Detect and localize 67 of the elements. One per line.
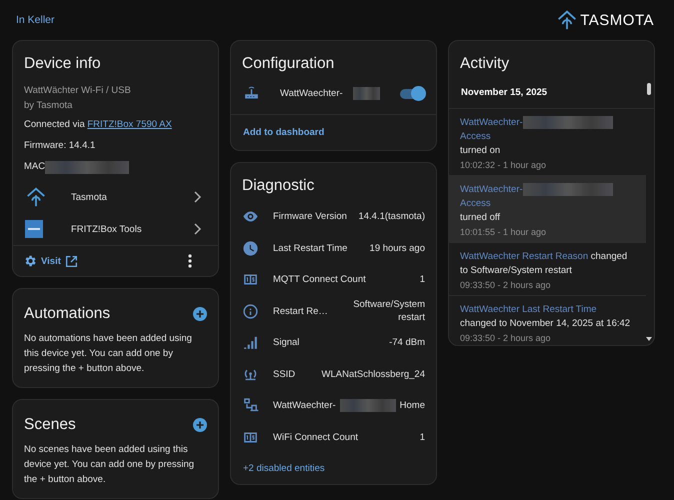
entity-link[interactable]: WattWaechter Restart Reason xyxy=(460,251,588,262)
activity-time: 09:33:50 - 2 hours ago xyxy=(460,333,552,344)
card-title: Device info xyxy=(24,55,102,73)
signal-bars-icon xyxy=(242,334,259,352)
activity-time: 10:02:32 - 1 hour ago xyxy=(460,160,548,170)
entity-value: 14.4.1(tasmota) xyxy=(357,210,425,224)
entity-link[interactable]: Access xyxy=(460,198,491,210)
activity-time: 10:01:55 - 1 hour ago xyxy=(460,227,548,238)
more-options-icon[interactable] xyxy=(188,254,192,268)
entity-link[interactable]: WattWaechter Last Restart Time xyxy=(460,304,597,316)
device-manufacturer: by Tasmota xyxy=(24,99,74,113)
entity-name[interactable]: WattWaechter- xyxy=(273,400,336,412)
entity-name[interactable]: SSID xyxy=(273,368,296,380)
brand-name: TASMOTA xyxy=(580,12,654,28)
breadcrumb-link[interactable]: In Keller xyxy=(16,14,55,26)
toggle-switch[interactable] xyxy=(400,88,424,98)
chevron-right-icon xyxy=(192,191,202,203)
activity-text: WattWaechter Restart Reason changed to Software/System restart xyxy=(460,250,628,278)
entity-name[interactable]: Last Restart Time xyxy=(273,242,348,254)
house-logo-icon xyxy=(25,186,47,208)
add-icon[interactable] xyxy=(193,307,207,321)
activity-text: WattWaechter- Access turned off xyxy=(460,183,635,226)
entity-name[interactable]: Signal xyxy=(273,337,300,348)
card-title: Automations xyxy=(24,305,110,323)
activity-text: WattWaechter- Access turned on xyxy=(460,116,635,158)
entity-name[interactable]: WattWaechter- xyxy=(280,88,343,99)
card-title: Scenes xyxy=(24,416,76,434)
card-title: Configuration xyxy=(242,55,336,73)
empty-state-text: No automations have been added using this device yet. You can add one by pressing the + button above. xyxy=(24,332,193,376)
entity-link[interactable]: Access xyxy=(460,131,491,142)
add-icon[interactable] xyxy=(193,418,207,432)
entity-value: Home xyxy=(400,399,425,412)
entity-name[interactable]: WiFi Connect Count xyxy=(273,432,358,443)
scrollbar-thumb[interactable] xyxy=(647,83,651,95)
scroll-down-icon[interactable] xyxy=(646,337,652,341)
chevron-right-icon xyxy=(192,223,202,235)
integration-item[interactable]: Tasmota xyxy=(13,181,218,213)
visit-button[interactable]: Visit xyxy=(23,254,78,268)
firmware-text: Firmware: 14.4.1 xyxy=(24,139,96,153)
empty-state-text: No scenes have been added using this device yet. You can add one by pressing the + button above. xyxy=(24,443,196,487)
entity-value: WLANatSchlossberg_24 xyxy=(320,368,425,381)
add-to-dashboard-link[interactable]: Add to dashboard xyxy=(243,127,324,138)
router-link[interactable]: FRITZ!Box 7590 AX xyxy=(87,119,172,130)
card-title: Diagnostic xyxy=(242,177,316,195)
entity-link[interactable]: WattWaechter- xyxy=(460,117,523,128)
mac-label: MAC xyxy=(24,160,46,174)
integration-item[interactable]: FRITZ!Box Tools xyxy=(13,213,218,245)
device-model: WattWächter Wi-Fi / USB xyxy=(24,84,132,98)
entity-value: 1 xyxy=(418,430,425,444)
activity-text: WattWaechter Last Restart Time changed to November 14, 2025 at 16:42 xyxy=(460,303,632,332)
house-logo-icon xyxy=(557,10,578,30)
gear-icon xyxy=(23,254,37,268)
external-link-icon xyxy=(64,254,78,268)
clock-icon xyxy=(242,240,259,257)
app-logo-icon xyxy=(25,220,43,238)
info-icon xyxy=(242,302,259,320)
entity-value: Software/System restart xyxy=(352,298,425,324)
entity-name[interactable]: MQTT Connect Count xyxy=(273,274,366,286)
entity-name[interactable]: Restart Re… xyxy=(273,306,328,317)
entity-link[interactable]: WattWaechter- xyxy=(460,184,523,196)
entity-value: -74 dBm xyxy=(388,336,425,350)
entity-value: 1 xyxy=(418,273,425,286)
card-title: Activity xyxy=(460,55,510,73)
activity-time: 09:33:50 - 2 hours ago xyxy=(460,280,552,290)
connection-label: Connected via xyxy=(24,119,85,130)
entity-value: 19 hours ago xyxy=(368,242,425,255)
entity-name[interactable]: Firmware Version xyxy=(273,211,347,222)
